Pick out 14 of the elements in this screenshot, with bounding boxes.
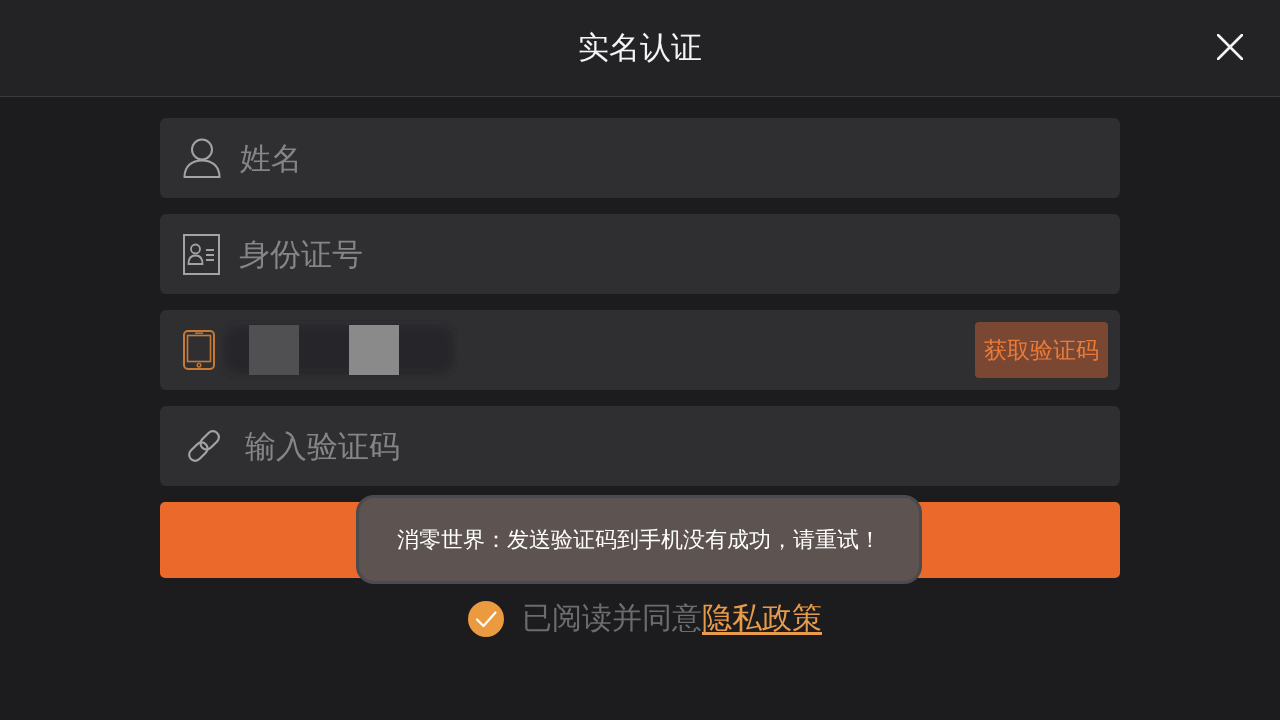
phone-field[interactable]: 获取验证码 (160, 310, 1120, 390)
toast-message: 消零世界：发送验证码到手机没有成功，请重试！ (397, 525, 881, 554)
id-number-field[interactable]: 身份证号 (160, 214, 1120, 294)
name-field[interactable]: 姓名 (160, 118, 1120, 198)
privacy-policy-link[interactable]: 隐私政策 (702, 598, 822, 639)
checkbox-tick-icon[interactable] (468, 600, 504, 637)
name-input[interactable]: 姓名 (240, 128, 1108, 188)
agreement-text: 已阅读并同意 (522, 599, 702, 637)
code-input[interactable]: 输入验证码 (245, 416, 1108, 476)
get-code-button[interactable]: 获取验证码 (975, 322, 1108, 378)
window-title: 实名认证 (578, 29, 702, 67)
code-field[interactable]: 输入验证码 (160, 406, 1120, 486)
id-number-input[interactable]: 身份证号 (239, 224, 1108, 284)
close-icon[interactable] (1217, 34, 1243, 60)
